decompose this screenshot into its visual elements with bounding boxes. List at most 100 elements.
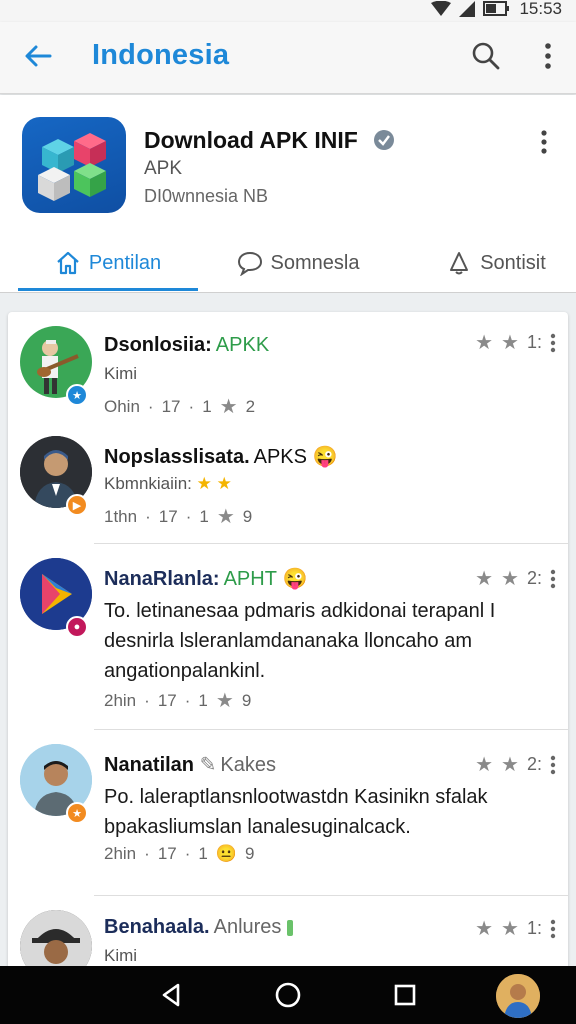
tab-label: Sontisit [480,251,546,274]
person-photo-image [20,910,92,972]
app-developer: DI0wnnesia NB [144,186,269,206]
post-author: Dsonlosiia: APKK [104,334,270,356]
post-body: Po. laleraptlansnlootwastdn Kasinikn sfa… [104,786,488,838]
reply-count: 1 [198,844,208,863]
bell-icon [450,252,469,275]
like-count: 17 [157,690,177,710]
star-icon[interactable]: ★ [475,916,493,941]
back-button[interactable] [22,40,54,72]
rating-value: 2: [526,754,542,774]
star-icon[interactable]: ★ [501,752,519,777]
back-nav-icon[interactable] [156,980,186,1010]
smiley-icon: 😜 [312,446,338,468]
post-tag: APKS [253,446,307,468]
edit-icon: ✎ [199,754,217,776]
verified-badge-icon: ★ [66,384,88,406]
post-subtitle: Kimi [104,364,138,383]
list-item[interactable]: Benahaala. Anlures Kimi ★ ★ 1: [8,896,568,972]
like-count: 17 [158,506,178,526]
more-vert-icon[interactable] [550,755,556,775]
user-avatar[interactable] [496,974,540,1018]
wifi-icon [431,1,452,16]
star-icon[interactable]: ★ [475,330,493,355]
page-title: Indonesia [92,39,230,71]
home-nav-icon[interactable] [273,980,303,1010]
status-bar: 15:53 [0,0,576,22]
star-icon: ★ ★ [196,474,232,493]
overflow-menu-button[interactable] [538,40,558,72]
reply-count: 1 [198,690,208,710]
react-count: 2 [245,396,256,416]
post-actions: ★ ★ 2: [475,566,556,591]
reply-count: 1 [199,506,209,526]
app-header: Download APK INIF APK DI0wnnesia NB Pent… [0,95,576,293]
reply-count: 1 [202,396,212,416]
home-icon [57,251,79,275]
app-subtitle: APK [144,158,183,179]
post-body: To. letinanesaa pdmaris adkidonai terapa… [104,600,496,682]
more-vert-icon[interactable] [550,919,556,939]
tab-label: Pentilan [88,251,162,274]
star-icon[interactable]: ★ [501,566,519,591]
post-tag: APHT [223,568,277,590]
tab-label: Somnesla [270,251,360,274]
avatar[interactable] [20,910,92,972]
tab-bar: Pentilan Somnesla Sontisit [0,235,576,291]
post-tag: APKK [215,334,270,356]
post-author: Nopslasslisata. APKS 😜 [104,446,338,468]
post-time: 2hin [104,844,137,863]
list-item[interactable]: ▶ Nopslasslisata. APKS 😜 Kbmnkiaiin: ★ ★ … [8,422,568,544]
search-button[interactable] [470,40,502,72]
more-vert-icon[interactable] [550,569,556,589]
post-meta: 2hin · 17 · 1 😐 9 [104,844,255,863]
star-icon: ★ [216,506,235,528]
smiley-icon: 😐 [215,844,238,863]
like-count: 17 [157,844,177,863]
star-icon[interactable]: ★ [475,752,493,777]
post-actions: ★ ★ 1: [475,330,556,355]
post-actions: ★ ★ 1: [475,916,556,941]
list-item[interactable]: ★ Dsonlosiia: APKK Kimi Ohin · 17 · 1 ★ 2 ★… [8,312,568,422]
post-time: Ohin [104,396,140,416]
post-tag: Anlures [213,916,282,938]
list-item[interactable]: ★ Nanatilan ✎ Kakes Po. laleraptlansnloot… [8,730,568,896]
tab-pentilan[interactable]: Pentilan [18,235,198,291]
verified-icon [374,130,394,150]
star-icon[interactable]: ★ [501,330,519,355]
search-icon [472,42,500,70]
react-count: 9 [242,506,253,526]
post-author: NanaRlanla: APHT 😜 [104,568,308,590]
app-menu-button[interactable] [538,129,550,160]
star-badge-icon: ★ [66,802,88,824]
status-icons: 15:53 [431,0,562,18]
more-vert-icon [541,130,547,154]
arrow-left-icon [25,45,52,67]
post-meta: 1thn · 17 · 1 ★ 9 [104,506,253,528]
post-meta: 2hin · 17 · 1 ★ 9 [104,690,252,712]
signal-icon [459,1,476,17]
post-time: 2hin [104,690,137,710]
status-time: 15:53 [519,0,562,18]
app-name: Download APK INIF [144,127,358,153]
cubes-icon [38,133,106,201]
play-badge-icon: ▶ [66,494,88,516]
star-icon[interactable]: ★ [501,916,519,941]
rating-value: 2: [526,568,542,588]
post-time: 1thn [104,506,138,526]
like-count: 17 [161,396,181,416]
post-subtitle: Kimi [104,946,138,965]
smiley-icon: 😜 [282,568,308,590]
app-icon[interactable] [22,117,126,213]
rating-value: 1: [526,918,542,938]
battery-icon [483,1,510,16]
recents-nav-icon[interactable] [390,980,420,1010]
post-author: Nanatilan ✎ Kakes [104,754,276,776]
more-vert-icon[interactable] [550,333,556,353]
tab-sontisit[interactable]: Sontisit [416,235,576,291]
post-subtitle: Kbmnkiaiin: ★ ★ [104,474,232,493]
tab-somnesla[interactable]: Somnesla [208,235,388,291]
star-icon[interactable]: ★ [475,566,493,591]
list-item[interactable]: ● NanaRlanla: APHT 😜 To. letinanesaa pdma… [8,544,568,730]
post-meta: Ohin · 17 · 1 ★ 2 [104,396,256,418]
more-vert-icon [545,43,551,69]
